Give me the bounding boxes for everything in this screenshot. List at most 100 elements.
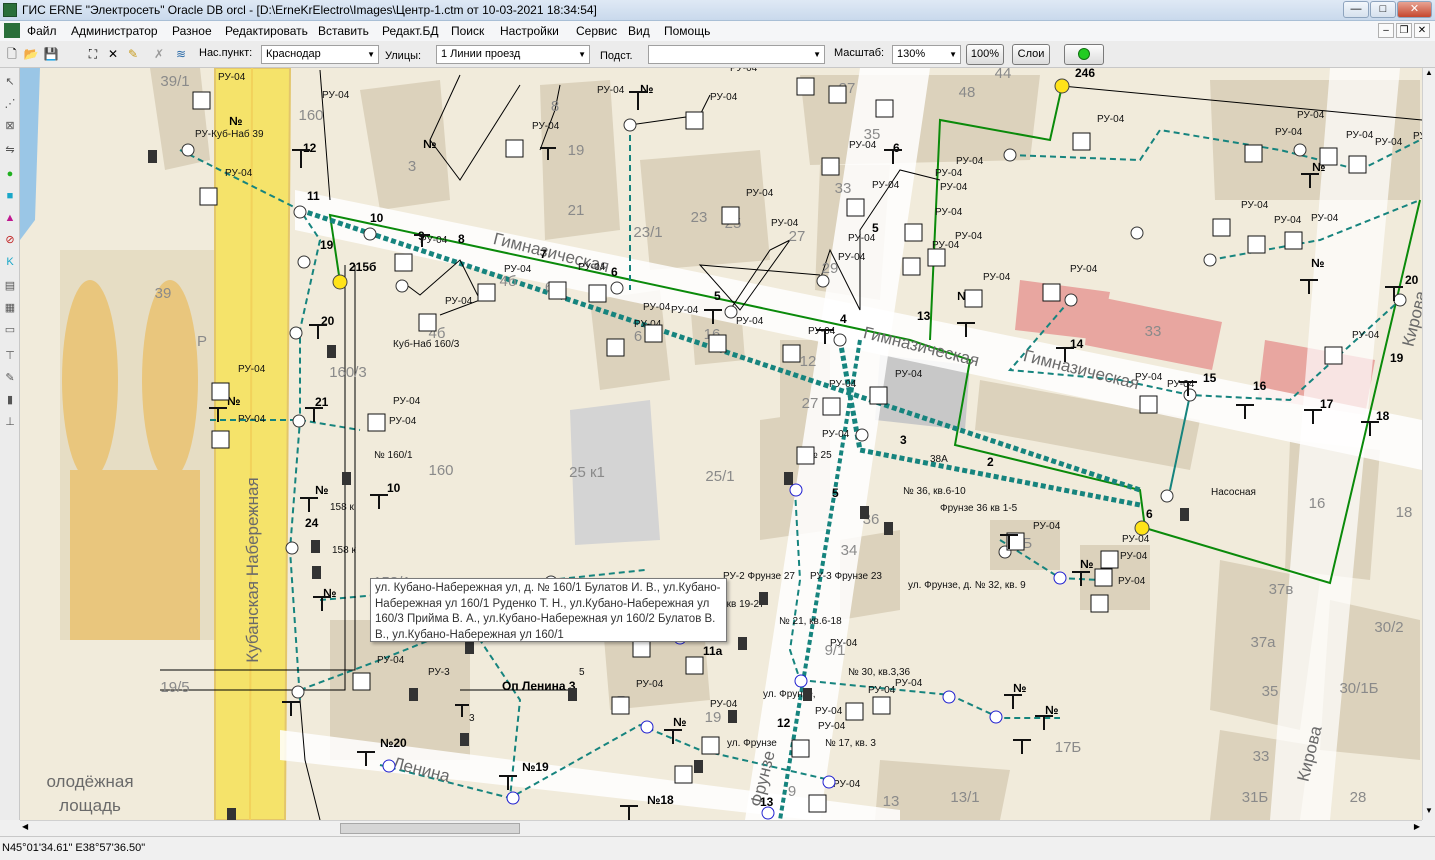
triangle-tool-icon[interactable]: ▲ <box>2 210 18 226</box>
substation-select[interactable]: ▼ <box>648 45 825 64</box>
maximize-button[interactable]: □ <box>1370 1 1396 18</box>
map-canvas[interactable]: Гимназическая Гимназическая Гимназическая К… <box>20 68 1422 820</box>
box-tool-icon[interactable]: ▮ <box>2 392 18 408</box>
vertical-scrollbar[interactable]: ▲ ▼ <box>1422 68 1435 820</box>
menu-help[interactable]: Помощь <box>664 24 710 38</box>
layers-button[interactable]: Слои <box>1012 44 1050 65</box>
new-file-icon[interactable]: 🗋 <box>3 45 21 63</box>
node-tool-icon[interactable]: ⊠ <box>2 118 18 134</box>
house-number: 30/2 <box>1374 619 1403 636</box>
menu-service[interactable]: Сервис <box>576 24 617 38</box>
scale-100-button[interactable]: 100% <box>966 44 1004 65</box>
scroll-up-icon[interactable]: ▲ <box>1423 68 1435 82</box>
cursor-icon[interactable]: ↖ <box>2 74 18 90</box>
menu-edit[interactable]: Редактировать <box>225 24 308 38</box>
address-tooltip: ул. Кубано-Набережная ул, д. № 160/1 Бул… <box>370 578 727 642</box>
layers-stack-icon[interactable]: ≋ <box>172 45 190 63</box>
device-label: РУ-04 <box>1241 200 1269 211</box>
grid-tool-icon[interactable]: ▤ <box>2 278 18 294</box>
scale-value: 130% <box>897 48 926 60</box>
scroll-down-icon[interactable]: ▼ <box>1423 806 1435 820</box>
menu-view[interactable]: Вид <box>628 24 650 38</box>
device-label: РУ-04 <box>1033 521 1061 532</box>
device-label: Фрунзе 36 кв 1-5 <box>940 503 1018 514</box>
menu-search[interactable]: Поиск <box>451 24 484 38</box>
house-number: 27 <box>789 228 806 245</box>
device-label: РУ-04 <box>389 416 417 427</box>
pin-icon[interactable]: ✗ <box>150 45 168 63</box>
menu-settings[interactable]: Настройки <box>500 24 559 38</box>
mdi-restore-icon[interactable]: ❐ <box>1396 23 1412 38</box>
left-toolbox: ↖ ⋰ ⊠ ⇋ ● ■ ▲ ⊘ K ▤ ▦ ▭ ⊤ ✎ ▮ ⊥ <box>0 68 20 820</box>
pole-number: 15 <box>1203 371 1217 385</box>
device-label: Насосная <box>1211 487 1256 498</box>
house-number: 160 <box>298 107 323 124</box>
substation-node[interactable] <box>1054 78 1070 94</box>
close-button[interactable]: ✕ <box>1397 1 1432 18</box>
scroll-left-icon[interactable]: ◀ <box>22 822 28 831</box>
pole-number: 7 <box>540 247 547 261</box>
save-icon[interactable]: 💾 <box>42 45 60 63</box>
menu-misc[interactable]: Разное <box>172 24 212 38</box>
cancel-tool-icon[interactable]: ⊘ <box>2 232 18 248</box>
pole-tool-icon[interactable]: ⊤ <box>2 348 18 364</box>
mdi-close-icon[interactable]: ✕ <box>1414 23 1430 38</box>
house-number: 18 <box>1396 504 1413 521</box>
pole-number: 10 <box>387 481 401 495</box>
horizontal-scroll-thumb[interactable] <box>340 823 520 834</box>
device-label: РУ-04 <box>1135 372 1163 383</box>
pole-number: 2 <box>987 455 994 469</box>
menu-edit-db[interactable]: Редакт.БД <box>382 24 438 38</box>
text-tool-icon[interactable]: K <box>2 254 18 270</box>
cross-icon[interactable]: ✕ <box>104 45 122 63</box>
line-tool-icon[interactable]: ⋰ <box>2 96 18 112</box>
street-select[interactable]: 1 Линии проезд ▼ <box>436 45 590 64</box>
street-name: лощадь <box>59 796 121 815</box>
device-label: Куб-Наб 160/3 <box>393 338 460 350</box>
pole-number: № <box>423 137 436 151</box>
pole-number: 19 <box>320 238 334 252</box>
pole-number: № <box>1311 256 1324 270</box>
menu-file[interactable]: Файл <box>27 24 57 38</box>
device-label: № 36, кв.6-10 <box>903 486 966 497</box>
house-number: 13/1 <box>950 789 979 806</box>
scale-select[interactable]: 130% ▼ <box>892 45 961 64</box>
device-label: РУ-04 <box>1413 131 1422 142</box>
device-label: РУ-04 <box>710 699 738 710</box>
street-name: олодёжная <box>46 772 133 791</box>
table-tool-icon[interactable]: ▦ <box>2 300 18 316</box>
device-label: РУ-04 <box>225 168 253 179</box>
pole-number: № <box>315 483 328 497</box>
minimize-button[interactable]: — <box>1343 1 1369 18</box>
anchor-tool-icon[interactable]: ⊥ <box>2 414 18 430</box>
device-label: 5 <box>579 667 585 678</box>
settlement-select[interactable]: Краснодар ▼ <box>261 45 379 64</box>
substation-node[interactable] <box>332 274 348 290</box>
scale-label: Масштаб: <box>834 47 885 59</box>
substation-node[interactable] <box>1134 520 1150 536</box>
menu-admin[interactable]: Администратор <box>71 24 158 38</box>
scroll-right-icon[interactable]: ▶ <box>1414 822 1420 831</box>
pipe-tool-icon[interactable]: ⇋ <box>2 142 18 158</box>
pole-number: 6 <box>893 141 900 155</box>
zoom-extent-icon[interactable]: ⛶ <box>84 45 102 63</box>
device-label: РУ-04 <box>1122 534 1150 545</box>
house-number: 37в <box>1269 581 1294 598</box>
house-number: 29 <box>822 260 839 277</box>
device-label: 38А <box>930 454 948 465</box>
pencil-icon[interactable]: ✎ <box>124 45 142 63</box>
rect-tool-icon[interactable]: ■ <box>2 188 18 204</box>
mdi-minimize-icon[interactable]: – <box>1378 23 1394 38</box>
horizontal-scrollbar[interactable]: ◀ ▶ <box>20 820 1422 836</box>
device-label: РУ-04 <box>1118 576 1146 587</box>
status-indicator-button[interactable] <box>1064 44 1104 65</box>
document-icon[interactable] <box>4 23 20 38</box>
brush-tool-icon[interactable]: ✎ <box>2 370 18 386</box>
circle-tool-icon[interactable]: ● <box>2 166 18 182</box>
device-label: РУ-04 <box>935 207 963 218</box>
open-folder-icon[interactable]: 📂 <box>22 45 40 63</box>
green-light-icon <box>1078 48 1090 60</box>
menu-insert[interactable]: Вставить <box>318 24 369 38</box>
house-number: 25 к1 <box>569 464 605 481</box>
ruler-tool-icon[interactable]: ▭ <box>2 322 18 338</box>
